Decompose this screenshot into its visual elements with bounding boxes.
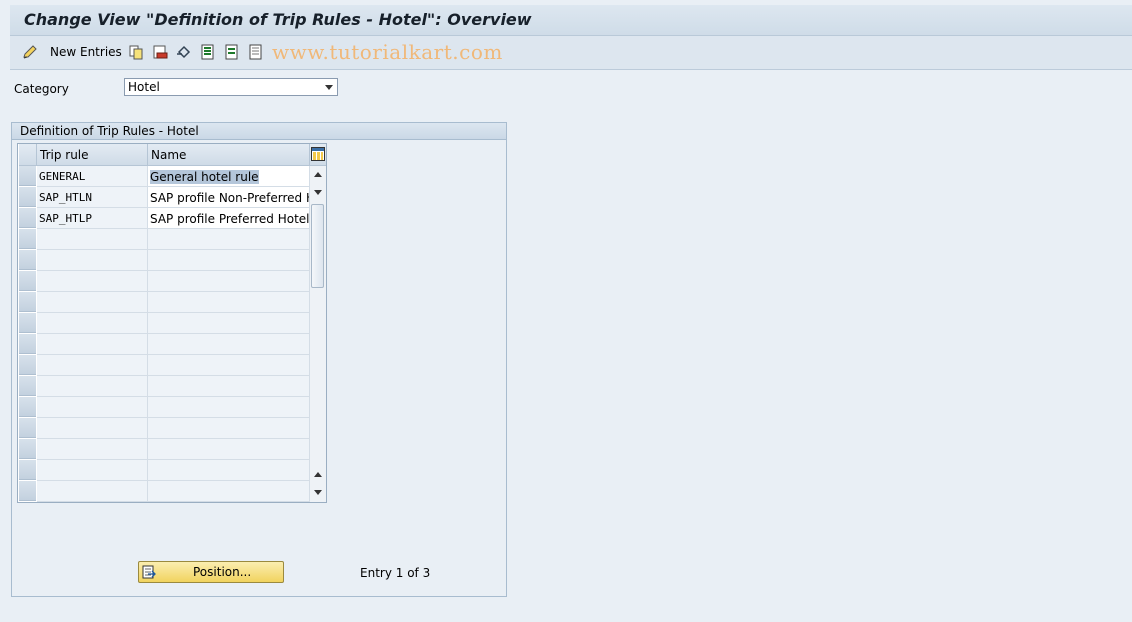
application-toolbar: New Entries www.tutorialkart.com	[10, 36, 1132, 70]
row-selector[interactable]	[19, 481, 36, 501]
entry-status: Entry 1 of 3	[360, 566, 431, 580]
column-settings-button[interactable]	[310, 144, 326, 166]
row-selector[interactable]	[19, 439, 36, 459]
empty-cell[interactable]	[148, 376, 310, 397]
table-cell-trip-rule[interactable]: GENERAL	[37, 166, 148, 187]
page-title: Change View "Definition of Trip Rules - …	[24, 10, 532, 29]
column-header-name[interactable]: Name	[148, 144, 310, 166]
table-cell-name[interactable]: SAP profile Non-Preferred H..	[148, 187, 310, 208]
row-selector[interactable]	[19, 460, 36, 480]
group-title: Definition of Trip Rules - Hotel	[20, 124, 199, 138]
empty-cell[interactable]	[37, 355, 148, 376]
empty-cell[interactable]	[148, 250, 310, 271]
empty-cell[interactable]	[148, 460, 310, 481]
row-selector[interactable]	[19, 229, 36, 249]
title-bar: Change View "Definition of Trip Rules - …	[10, 5, 1132, 36]
watermark-text: www.tutorialkart.com	[272, 40, 503, 64]
row-selector[interactable]	[19, 271, 36, 291]
name-value: SAP profile Preferred Hotels	[150, 212, 310, 226]
empty-cell[interactable]	[37, 481, 148, 502]
select-all-rows-cell[interactable]	[19, 144, 37, 166]
delete-icon[interactable]	[152, 44, 168, 60]
category-dropdown[interactable]: Hotel	[124, 78, 338, 96]
empty-cell[interactable]	[37, 271, 148, 292]
trip-rule-value: SAP_HTLP	[39, 212, 92, 225]
trip-rules-table: Trip rule Name GENERAL General hotel rule…	[17, 143, 327, 503]
table-cell-trip-rule[interactable]: SAP_HTLP	[37, 208, 148, 229]
position-button[interactable]: Position...	[138, 561, 284, 583]
edit-icon[interactable]	[22, 44, 38, 60]
row-selector[interactable]	[19, 376, 36, 396]
empty-cell[interactable]	[148, 292, 310, 313]
empty-cell[interactable]	[148, 439, 310, 460]
undo-icon[interactable]	[176, 44, 192, 60]
deselect-all-icon[interactable]	[248, 44, 264, 60]
trip-rule-value: GENERAL	[39, 170, 86, 183]
empty-cell[interactable]	[37, 250, 148, 271]
trip-rule-value: SAP_HTLN	[39, 191, 92, 204]
name-value: SAP profile Non-Preferred H..	[150, 191, 310, 205]
empty-cell[interactable]	[148, 334, 310, 355]
row-selector[interactable]	[19, 313, 36, 333]
row-selector[interactable]	[19, 166, 36, 186]
empty-cell[interactable]	[37, 397, 148, 418]
empty-cell[interactable]	[37, 376, 148, 397]
row-selector[interactable]	[19, 250, 36, 270]
empty-cell[interactable]	[37, 229, 148, 250]
chevron-down-icon[interactable]	[325, 85, 333, 90]
row-selector[interactable]	[19, 208, 36, 228]
scroll-page-up-icon[interactable]	[314, 472, 322, 477]
table-cell-name[interactable]: SAP profile Preferred Hotels	[148, 208, 310, 229]
scrollbar-thumb[interactable]	[311, 204, 324, 288]
empty-cell[interactable]	[148, 229, 310, 250]
scroll-up-icon[interactable]	[314, 172, 322, 177]
table-cell-name[interactable]: General hotel rule	[148, 166, 310, 187]
row-selector[interactable]	[19, 355, 36, 375]
empty-cell[interactable]	[148, 313, 310, 334]
row-selector[interactable]	[19, 418, 36, 438]
column-header-label: Trip rule	[40, 148, 89, 162]
empty-cell[interactable]	[148, 481, 310, 502]
row-selector[interactable]	[19, 187, 36, 207]
empty-cell[interactable]	[37, 418, 148, 439]
empty-cell[interactable]	[37, 439, 148, 460]
scroll-down-icon[interactable]	[314, 190, 322, 195]
empty-cell[interactable]	[37, 334, 148, 355]
copy-icon[interactable]	[128, 44, 144, 60]
category-label: Category	[14, 82, 69, 96]
row-selector[interactable]	[19, 334, 36, 354]
position-icon	[142, 565, 156, 579]
row-selector[interactable]	[19, 397, 36, 417]
select-block-icon[interactable]	[224, 44, 240, 60]
select-all-icon[interactable]	[200, 44, 216, 60]
column-header-label: Name	[151, 148, 187, 162]
column-header-trip-rule[interactable]: Trip rule	[37, 144, 148, 166]
row-selector[interactable]	[19, 292, 36, 312]
empty-cell[interactable]	[148, 418, 310, 439]
empty-cell[interactable]	[37, 460, 148, 481]
scroll-page-down-icon[interactable]	[314, 490, 322, 495]
table-settings-icon	[311, 147, 325, 161]
empty-cell[interactable]	[37, 292, 148, 313]
empty-cell[interactable]	[148, 355, 310, 376]
name-value: General hotel rule	[150, 170, 259, 184]
vertical-scrollbar[interactable]	[310, 166, 326, 502]
empty-cell[interactable]	[37, 313, 148, 334]
empty-cell[interactable]	[148, 271, 310, 292]
empty-cell[interactable]	[148, 397, 310, 418]
new-entries-button[interactable]: New Entries	[50, 45, 122, 59]
category-value: Hotel	[128, 80, 160, 94]
position-button-label: Position...	[193, 565, 252, 579]
table-cell-trip-rule[interactable]: SAP_HTLN	[37, 187, 148, 208]
group-header: Definition of Trip Rules - Hotel	[12, 123, 506, 140]
